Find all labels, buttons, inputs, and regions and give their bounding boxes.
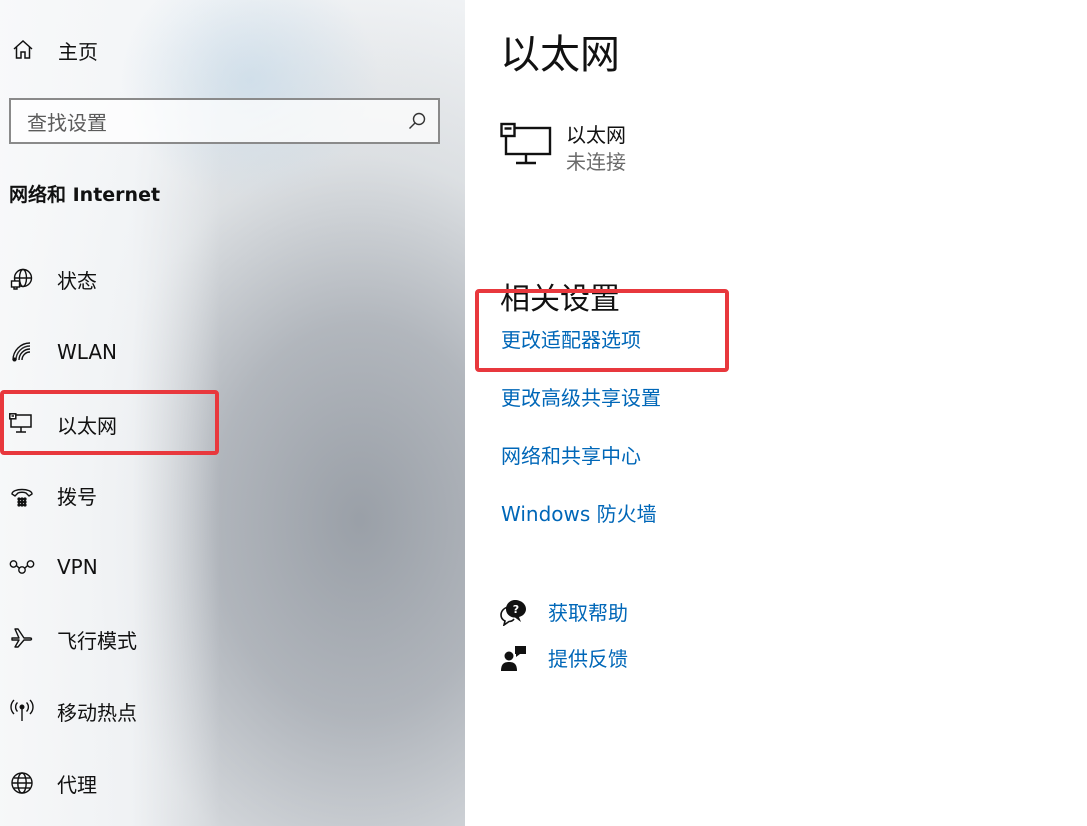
sidebar-item-label: 拨号 — [57, 484, 97, 509]
get-help-link[interactable]: ? 获取帮助 — [500, 597, 628, 626]
sidebar-item-proxy[interactable]: 代理 — [0, 761, 465, 805]
sidebar-item-status[interactable]: 状态 — [0, 257, 465, 301]
ethernet-icon — [8, 410, 36, 438]
connection-status: 未连接 — [566, 150, 626, 174]
vpn-icon — [8, 553, 36, 581]
change-advanced-sharing-link[interactable]: 更改高级共享设置 — [501, 382, 661, 411]
dialup-icon — [8, 481, 36, 509]
section-title: 网络和 Internet — [9, 184, 161, 206]
sidebar-item-ethernet[interactable]: 以太网 — [0, 402, 465, 446]
page-title: 以太网 — [500, 32, 620, 78]
airplane-icon — [8, 625, 36, 653]
sidebar-item-label: 状态 — [57, 268, 97, 293]
sidebar: 主页 查找设置 网络和 Internet 状态 WLAN 以太网 拨号 VPN … — [0, 0, 465, 826]
sidebar-item-airplane-mode[interactable]: 飞行模式 — [0, 617, 465, 661]
feedback-person-icon — [500, 644, 528, 672]
change-adapter-options-link[interactable]: 更改适配器选项 — [501, 324, 641, 353]
hotspot-icon — [8, 697, 36, 725]
svg-text:?: ? — [513, 603, 519, 616]
sidebar-item-wlan[interactable]: WLAN — [0, 330, 465, 374]
status-globe-icon — [8, 265, 36, 293]
network-sharing-center-link[interactable]: 网络和共享中心 — [501, 440, 641, 469]
windows-firewall-link[interactable]: Windows 防火墙 — [501, 498, 657, 527]
sidebar-item-label: WLAN — [57, 340, 118, 364]
sidebar-item-dialup[interactable]: 拨号 — [0, 473, 465, 517]
wifi-icon — [8, 338, 36, 366]
get-help-label: 获取帮助 — [548, 601, 628, 625]
sidebar-item-vpn[interactable]: VPN — [0, 545, 465, 589]
home-button[interactable]: 主页 — [10, 34, 98, 66]
sidebar-item-label: 代理 — [57, 772, 97, 797]
ethernet-adapter-icon — [500, 122, 554, 170]
home-icon — [10, 37, 36, 63]
help-chat-icon: ? — [500, 598, 528, 626]
proxy-globe-icon — [8, 769, 36, 797]
sidebar-item-mobile-hotspot[interactable]: 移动热点 — [0, 689, 465, 733]
search-icon[interactable] — [406, 110, 428, 132]
search-input[interactable]: 查找设置 — [9, 98, 440, 144]
home-label: 主页 — [58, 39, 98, 64]
sidebar-item-label: VPN — [57, 555, 98, 579]
related-settings-title: 相关设置 — [500, 282, 620, 317]
sidebar-item-label: 移动热点 — [57, 700, 137, 725]
give-feedback-label: 提供反馈 — [548, 647, 628, 671]
sidebar-item-label: 以太网 — [57, 413, 117, 438]
ethernet-connection[interactable]: 以太网 未连接 — [500, 122, 626, 176]
search-placeholder: 查找设置 — [27, 110, 107, 135]
sidebar-item-label: 飞行模式 — [57, 628, 137, 653]
connection-name: 以太网 — [566, 123, 626, 147]
main-content: 以太网 以太网 未连接 相关设置 更改适配器选项 更改高级共享设置 网络和共享中… — [465, 0, 1087, 826]
give-feedback-link[interactable]: 提供反馈 — [500, 643, 628, 672]
